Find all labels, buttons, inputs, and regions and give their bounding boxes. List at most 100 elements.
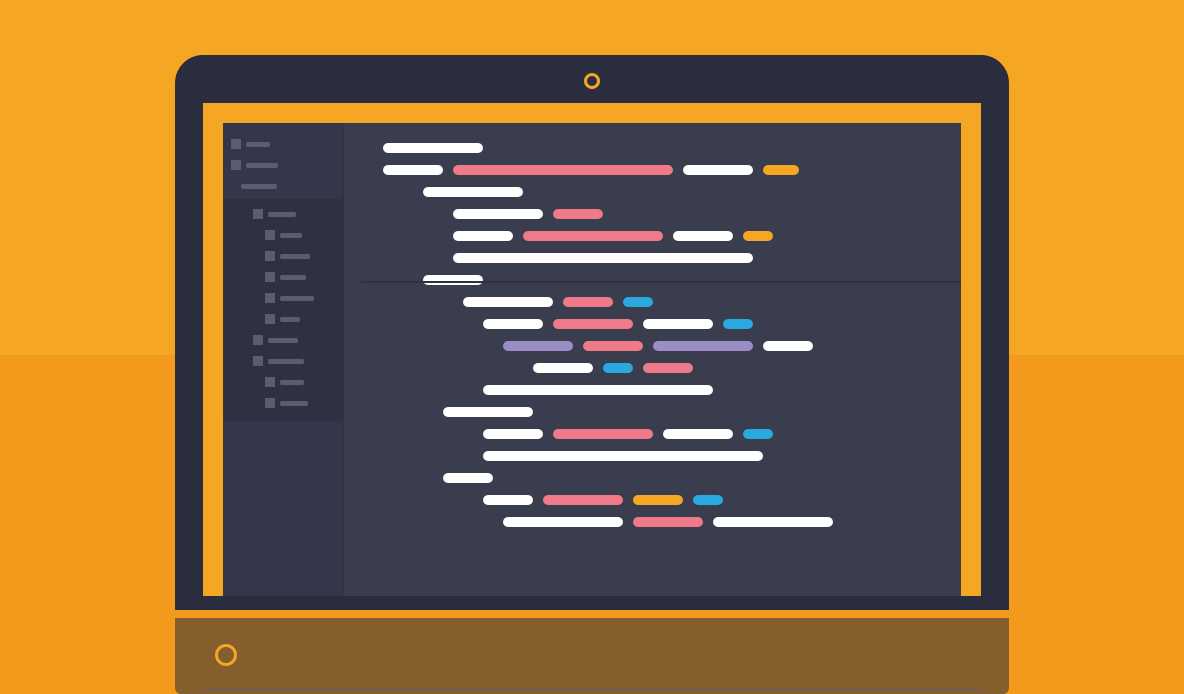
code-token (623, 297, 653, 307)
file-tree-folder[interactable] (223, 199, 343, 421)
file-label (246, 163, 278, 168)
code-area[interactable] (361, 123, 961, 596)
file-label (280, 296, 314, 301)
file-label (280, 254, 310, 259)
file-tree-item[interactable] (223, 226, 343, 244)
code-token (483, 451, 763, 461)
code-token (483, 495, 533, 505)
file-label (268, 338, 298, 343)
file-tree-item[interactable] (223, 135, 343, 153)
code-token (423, 187, 523, 197)
code-token (633, 517, 703, 527)
code-token (523, 231, 663, 241)
code-token (543, 495, 623, 505)
code-token (743, 429, 773, 439)
file-icon (253, 356, 263, 366)
code-token (453, 209, 543, 219)
code-token (483, 385, 713, 395)
file-tree-item[interactable] (223, 394, 343, 412)
code-token (463, 297, 553, 307)
code-token (723, 319, 753, 329)
file-tree-item[interactable] (223, 268, 343, 286)
file-label (280, 401, 308, 406)
code-token (583, 341, 643, 351)
code-line[interactable] (373, 247, 947, 269)
file-icon (231, 160, 241, 170)
code-token (503, 341, 573, 351)
code-token (453, 231, 513, 241)
editor-split-line (361, 281, 961, 283)
code-token (553, 429, 653, 439)
code-token (663, 429, 733, 439)
code-token (383, 165, 443, 175)
code-token (443, 473, 493, 483)
laptop-screen (203, 103, 981, 596)
code-token (483, 429, 543, 439)
file-tree-item[interactable] (223, 352, 343, 370)
code-line[interactable] (373, 401, 947, 423)
code-line[interactable] (373, 489, 947, 511)
file-label (268, 359, 304, 364)
file-label (280, 317, 300, 322)
code-token (633, 495, 683, 505)
code-line[interactable] (373, 181, 947, 203)
code-token (713, 517, 833, 527)
code-token (553, 209, 603, 219)
code-line[interactable] (373, 467, 947, 489)
file-icon (265, 377, 275, 387)
code-line[interactable] (373, 313, 947, 335)
power-led-icon (215, 644, 237, 666)
laptop-base (175, 618, 1009, 694)
hinge-line (203, 688, 981, 690)
file-icon (231, 139, 241, 149)
file-label (280, 233, 302, 238)
code-token (653, 341, 753, 351)
file-tree-item[interactable] (223, 331, 343, 349)
code-token (763, 341, 813, 351)
file-tree-item[interactable] (223, 289, 343, 307)
file-icon (253, 209, 263, 219)
file-tree-item[interactable] (223, 247, 343, 265)
file-icon (265, 251, 275, 261)
file-label (241, 184, 277, 189)
file-tree-item[interactable] (223, 177, 343, 195)
file-icon (253, 335, 263, 345)
code-line[interactable] (373, 511, 947, 533)
editor-gutter (343, 123, 361, 596)
code-line[interactable] (373, 445, 947, 467)
file-tree-item[interactable] (223, 205, 343, 223)
file-icon (265, 230, 275, 240)
code-token (643, 363, 693, 373)
code-token (743, 231, 773, 241)
file-tree-item[interactable] (223, 373, 343, 391)
code-line[interactable] (373, 423, 947, 445)
code-line[interactable] (373, 335, 947, 357)
code-line[interactable] (373, 269, 947, 291)
laptop-shell (175, 55, 1009, 610)
code-token (423, 275, 483, 285)
code-line[interactable] (373, 203, 947, 225)
code-token (553, 319, 633, 329)
file-tree-item[interactable] (223, 156, 343, 174)
code-line[interactable] (373, 291, 947, 313)
code-line[interactable] (373, 137, 947, 159)
code-editor (223, 123, 961, 596)
code-line[interactable] (373, 225, 947, 247)
code-token (483, 319, 543, 329)
file-tree-sidebar[interactable] (223, 123, 343, 596)
file-icon (265, 398, 275, 408)
code-token (563, 297, 613, 307)
code-token (763, 165, 799, 175)
code-token (503, 517, 623, 527)
code-line[interactable] (373, 159, 947, 181)
code-token (673, 231, 733, 241)
code-line[interactable] (373, 357, 947, 379)
code-line[interactable] (373, 379, 947, 401)
file-label (268, 212, 296, 217)
code-token (683, 165, 753, 175)
file-tree-item[interactable] (223, 310, 343, 328)
code-token (453, 253, 753, 263)
code-token (383, 143, 483, 153)
file-icon (265, 314, 275, 324)
code-token (533, 363, 593, 373)
